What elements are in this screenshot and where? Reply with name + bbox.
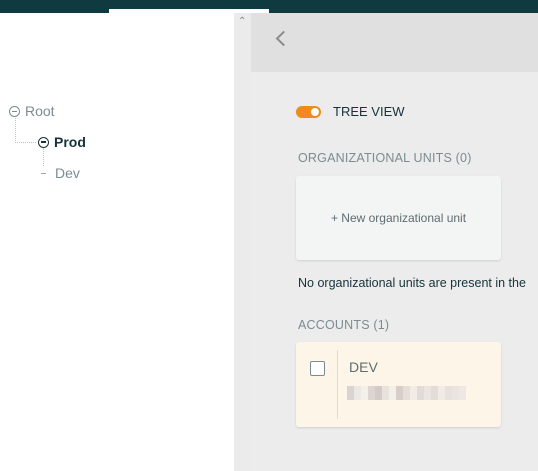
tree-view-label: TREE VIEW — [333, 104, 405, 119]
account-id-redacted — [347, 386, 466, 400]
tree-panel — [0, 13, 234, 471]
account-card[interactable]: DEV — [296, 342, 501, 427]
collapse-icon[interactable] — [38, 136, 49, 148]
toggle-knob — [311, 108, 319, 116]
card-divider — [337, 350, 338, 419]
account-checkbox[interactable] — [310, 361, 325, 376]
tree-node-prod[interactable]: Prod — [38, 134, 86, 150]
details-header — [251, 13, 538, 72]
tree-node-root[interactable]: Root — [9, 103, 55, 119]
chevron-left-icon[interactable] — [275, 30, 292, 47]
new-organizational-unit-label: + New organizational unit — [330, 211, 467, 225]
tree-node-label: Prod — [54, 134, 86, 150]
org-units-section-title: ORGANIZATIONAL UNITS (0) — [298, 151, 472, 165]
account-name: DEV — [349, 359, 378, 375]
tree-node-dev[interactable]: Dev — [55, 165, 80, 181]
details-panel: TREE VIEW ORGANIZATIONAL UNITS (0) + New… — [251, 13, 538, 471]
tree-node-label: Dev — [55, 165, 80, 181]
collapse-icon[interactable] — [9, 105, 20, 117]
tree-node-label: Root — [25, 103, 55, 119]
tree-connector — [15, 118, 36, 143]
tree-connector — [43, 148, 44, 166]
new-organizational-unit-button[interactable]: + New organizational unit — [296, 176, 501, 260]
tree-scrollbar[interactable]: ⌃ — [234, 13, 251, 471]
scroll-up-icon[interactable]: ⌃ — [238, 17, 246, 27]
accounts-section-title: ACCOUNTS (1) — [298, 318, 390, 332]
top-navigation-bar — [0, 0, 538, 13]
tree-view-toggle[interactable] — [296, 106, 321, 118]
empty-org-units-message: No organizational units are present in t… — [298, 276, 526, 290]
leaf-dash-icon — [41, 173, 46, 174]
